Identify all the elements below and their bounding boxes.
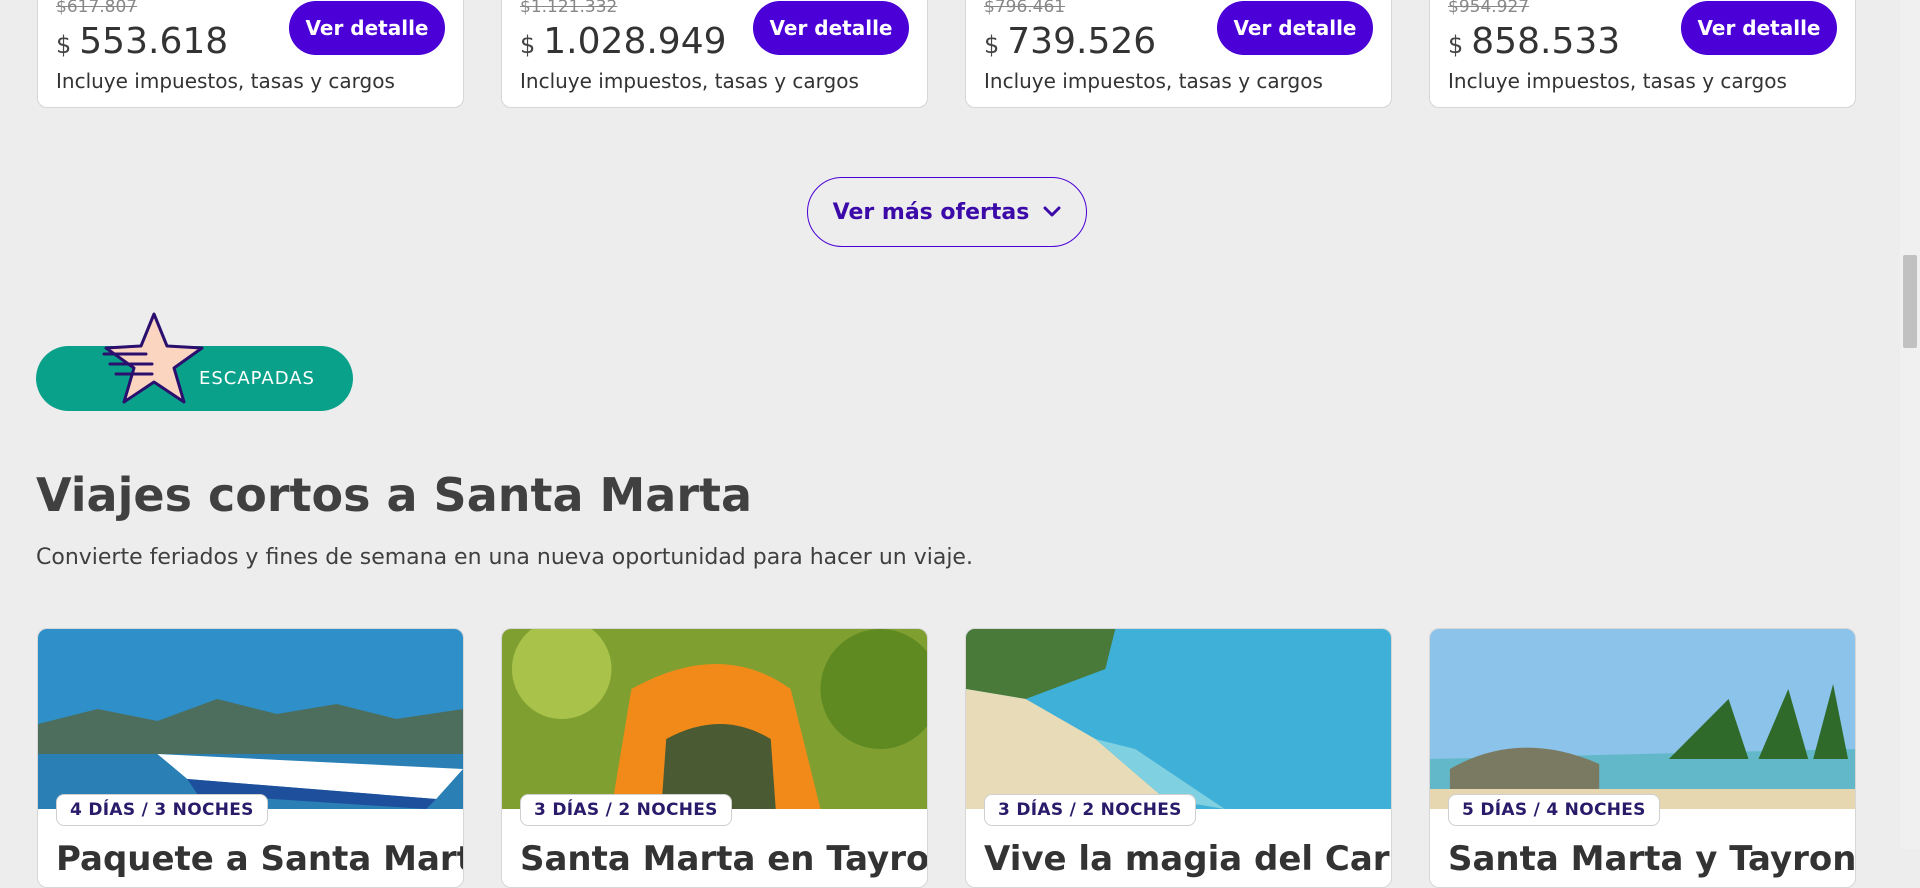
taxes-note: Incluye impuestos, tasas y cargos	[984, 69, 1323, 93]
more-offers-label: Ver más ofertas	[832, 199, 1030, 225]
price: $ 553.618	[56, 21, 228, 62]
trip-image-boat	[38, 629, 463, 809]
trip-image-beach	[966, 629, 1391, 809]
currency-symbol: $	[1448, 31, 1464, 59]
currency-symbol: $	[56, 31, 72, 59]
view-detail-button[interactable]: Ver detalle	[1217, 1, 1373, 55]
view-detail-button[interactable]: Ver detalle	[1681, 1, 1837, 55]
offer-card: $1.121.332 $ 1.028.949 Incluye impuestos…	[501, 0, 928, 108]
trips-row: 4 DÍAS / 3 NOCHES Paquete a Santa Marta …	[37, 628, 1856, 888]
offer-card: $954.927 $ 858.533 Incluye impuestos, ta…	[1429, 0, 1856, 108]
price-amount: 1.028.949	[543, 21, 727, 62]
section-subtitle: Convierte feriados y fines de semana en …	[36, 545, 973, 570]
currency-symbol: $	[984, 31, 1000, 59]
trip-title: Santa Marta y Tayrona	[1448, 839, 1856, 879]
price: $ 858.533	[1448, 21, 1620, 62]
old-price: $796.461	[984, 0, 1066, 17]
escapadas-badge: ESCAPADAS	[36, 312, 353, 411]
price-amount: 553.618	[79, 21, 229, 62]
trip-title: Vive la magia del Caribe	[984, 839, 1391, 879]
offers-row: $617.807 $ 553.618 Incluye impuestos, ta…	[37, 0, 1856, 108]
trip-image-hiker	[502, 629, 927, 809]
scrollbar-thumb[interactable]	[1903, 255, 1917, 348]
page: $617.807 $ 553.618 Incluye impuestos, ta…	[0, 0, 1900, 888]
old-price: $617.807	[56, 0, 138, 17]
trip-card[interactable]: 3 DÍAS / 2 NOCHES Vive la magia del Cari…	[965, 628, 1392, 888]
currency-symbol: $	[520, 31, 536, 59]
more-offers-button[interactable]: Ver más ofertas	[807, 177, 1087, 247]
old-price: $954.927	[1448, 0, 1530, 17]
badge-label: ESCAPADAS	[199, 368, 315, 389]
trip-title: Santa Marta en Tayrona	[520, 839, 928, 879]
old-price: $1.121.332	[520, 0, 618, 17]
chevron-down-icon	[1043, 206, 1061, 217]
view-detail-button[interactable]: Ver detalle	[753, 1, 909, 55]
offer-card: $617.807 $ 553.618 Incluye impuestos, ta…	[37, 0, 464, 108]
taxes-note: Incluye impuestos, tasas y cargos	[520, 69, 859, 93]
price: $ 739.526	[984, 21, 1156, 62]
duration-badge: 5 DÍAS / 4 NOCHES	[1448, 794, 1660, 826]
taxes-note: Incluye impuestos, tasas y cargos	[56, 69, 395, 93]
trip-card[interactable]: 3 DÍAS / 2 NOCHES Santa Marta en Tayrona	[501, 628, 928, 888]
trip-image-palms	[1430, 629, 1855, 809]
trip-title: Paquete a Santa Marta	[56, 839, 464, 879]
page-scrollbar[interactable]	[1900, 0, 1920, 849]
price: $ 1.028.949	[520, 21, 727, 62]
view-detail-button[interactable]: Ver detalle	[289, 1, 445, 55]
price-amount: 858.533	[1471, 21, 1621, 62]
price-amount: 739.526	[1007, 21, 1157, 62]
trip-card[interactable]: 5 DÍAS / 4 NOCHES Santa Marta y Tayrona	[1429, 628, 1856, 888]
duration-badge: 4 DÍAS / 3 NOCHES	[56, 794, 268, 826]
offer-card: $796.461 $ 739.526 Incluye impuestos, ta…	[965, 0, 1392, 108]
duration-badge: 3 DÍAS / 2 NOCHES	[984, 794, 1196, 826]
star-icon	[102, 312, 204, 404]
trip-card[interactable]: 4 DÍAS / 3 NOCHES Paquete a Santa Marta	[37, 628, 464, 888]
duration-badge: 3 DÍAS / 2 NOCHES	[520, 794, 732, 826]
taxes-note: Incluye impuestos, tasas y cargos	[1448, 69, 1787, 93]
section-title: Viajes cortos a Santa Marta	[36, 468, 753, 522]
